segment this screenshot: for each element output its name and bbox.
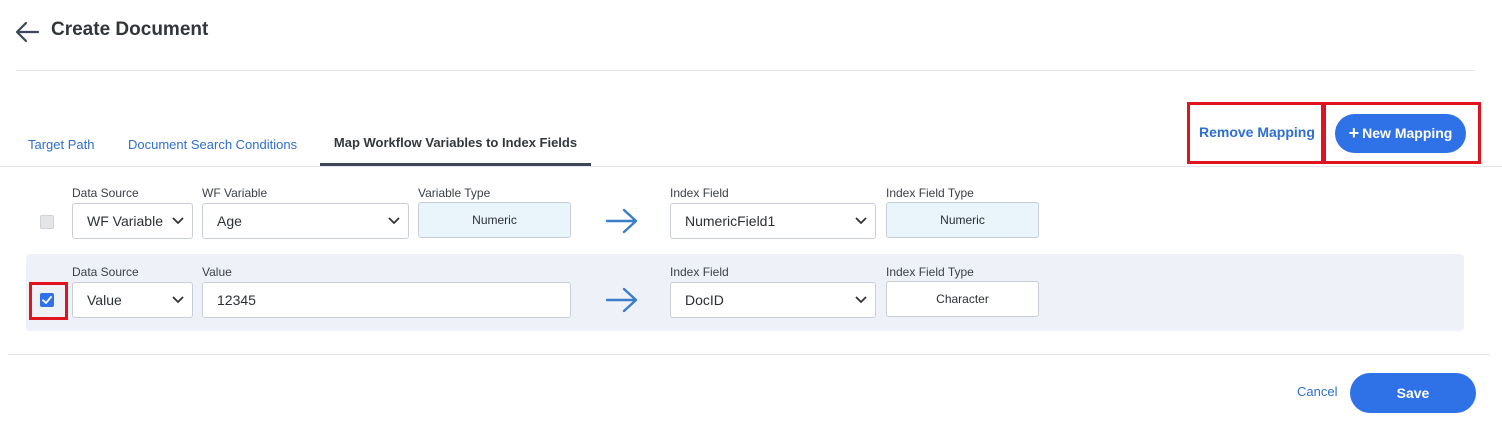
back-button[interactable] <box>14 18 42 46</box>
value-label: Value <box>202 265 232 279</box>
arrow-left-icon <box>15 21 40 43</box>
chevron-down-icon <box>855 217 867 225</box>
index-field-type-label: Index Field Type <box>886 186 974 200</box>
index-field-type-value: Character <box>886 281 1039 317</box>
wf-variable-value: Age <box>217 213 242 229</box>
arrow-right-icon <box>605 287 638 313</box>
tab-document-search-conditions[interactable]: Document Search Conditions <box>128 124 297 166</box>
value-input[interactable]: 12345 <box>202 282 571 318</box>
index-field-type-value: Numeric <box>886 202 1039 238</box>
wf-variable-label: WF Variable <box>202 186 268 200</box>
index-field-label: Index Field <box>670 265 729 279</box>
new-mapping-button[interactable]: + New Mapping <box>1335 114 1466 153</box>
save-button[interactable]: Save <box>1350 373 1476 413</box>
index-field-value: NumericField1 <box>685 213 776 229</box>
remove-mapping-button[interactable]: Remove Mapping <box>1199 124 1315 140</box>
data-source-label: Data Source <box>72 186 139 200</box>
footer-divider <box>8 354 1490 355</box>
checkmark-icon <box>42 296 52 304</box>
data-source-value: Value <box>87 292 122 308</box>
row-2-checkbox[interactable] <box>40 293 54 307</box>
wf-variable-select[interactable]: Age <box>202 203 409 239</box>
tabs-divider <box>0 166 1502 167</box>
index-field-label: Index Field <box>670 186 729 200</box>
cancel-button[interactable]: Cancel <box>1297 384 1337 399</box>
index-field-value: DocID <box>685 292 724 308</box>
tab-target-path[interactable]: Target Path <box>28 124 95 166</box>
data-source-select[interactable]: Value <box>72 282 193 318</box>
arrow-right-icon <box>605 208 638 234</box>
page-header: Create Document <box>0 0 1502 70</box>
new-mapping-label: New Mapping <box>1362 125 1453 141</box>
chevron-down-icon <box>172 217 184 225</box>
chevron-down-icon <box>172 296 184 304</box>
data-source-value: WF Variable <box>87 213 163 229</box>
variable-type-value: Numeric <box>418 202 571 238</box>
index-field-type-label: Index Field Type <box>886 265 974 279</box>
index-field-select[interactable]: DocID <box>670 282 876 318</box>
index-field-select[interactable]: NumericField1 <box>670 203 876 239</box>
page-title: Create Document <box>51 19 209 40</box>
chevron-down-icon <box>388 217 400 225</box>
plus-icon: + <box>1348 123 1360 143</box>
row-1-checkbox[interactable] <box>40 215 54 229</box>
header-divider <box>16 70 1475 71</box>
data-source-label: Data Source <box>72 265 139 279</box>
chevron-down-icon <box>855 296 867 304</box>
data-source-select[interactable]: WF Variable <box>72 203 193 239</box>
tab-map-workflow-variables[interactable]: Map Workflow Variables to Index Fields <box>320 124 591 166</box>
variable-type-label: Variable Type <box>418 186 491 200</box>
